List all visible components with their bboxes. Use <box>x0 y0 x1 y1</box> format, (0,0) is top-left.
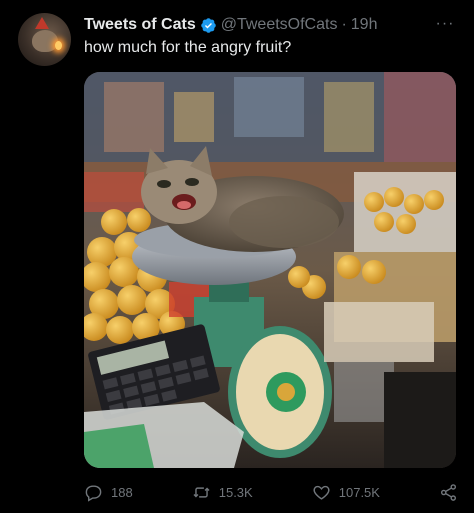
avatar-hat <box>35 17 49 29</box>
avatar-cat <box>32 30 58 52</box>
display-name[interactable]: Tweets of Cats <box>84 16 196 34</box>
reply-count: 188 <box>111 484 133 500</box>
tweet-header: Tweets of Cats @TweetsOfCats · 19h <box>84 14 456 36</box>
retweet-button[interactable]: 15.3K <box>192 483 253 502</box>
tweet-text: how much for the angry fruit? <box>84 39 292 56</box>
retweet-icon <box>193 486 210 498</box>
verified-icon <box>200 17 216 33</box>
timestamp[interactable]: 19h <box>351 16 378 34</box>
handle[interactable]: @TweetsOfCats <box>221 16 338 34</box>
share-button[interactable] <box>439 483 458 502</box>
like-button[interactable]: 107.5K <box>312 483 380 502</box>
retweet-count: 15.3K <box>218 484 253 500</box>
tweet-image[interactable] <box>84 72 456 468</box>
avatar[interactable] <box>18 13 71 66</box>
reply-button[interactable]: 188 <box>84 483 133 502</box>
photo-cat-on-scale <box>84 72 456 468</box>
separator: · <box>341 16 347 33</box>
like-count: 107.5K <box>338 484 380 500</box>
reply-icon <box>85 484 102 502</box>
more-icon[interactable]: ··· <box>434 14 456 34</box>
avatar-candle <box>55 41 62 50</box>
share-icon <box>440 483 457 501</box>
action-bar: 188 15.3K 107.5K <box>84 480 458 504</box>
like-icon <box>313 485 330 500</box>
